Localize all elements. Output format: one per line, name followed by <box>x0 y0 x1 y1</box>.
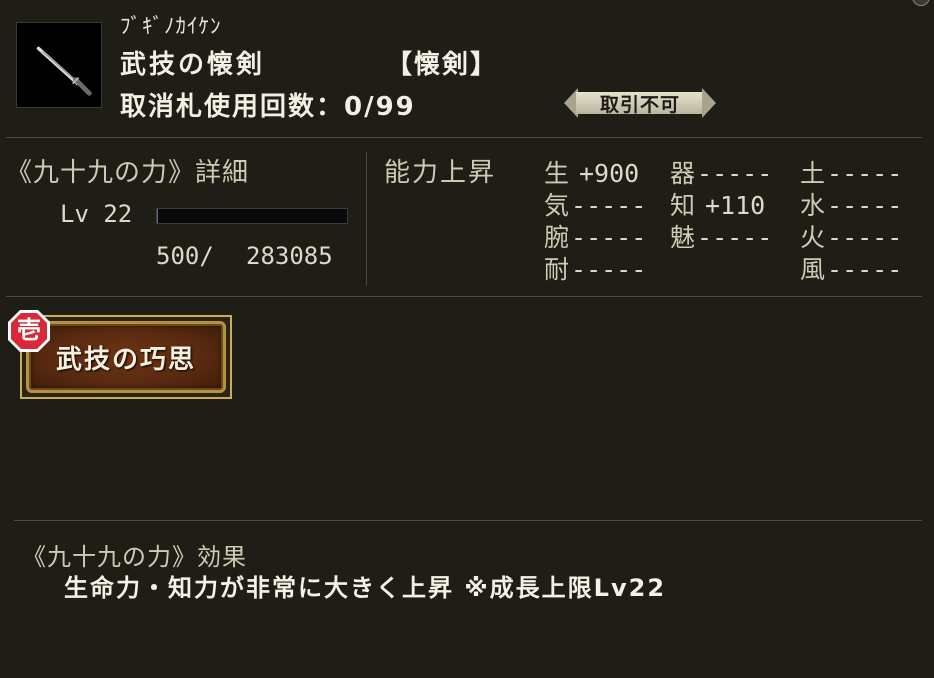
stat-arm: 腕----- <box>544 223 647 252</box>
stat-wind: 風----- <box>800 255 903 284</box>
rank-label: 壱 <box>17 316 41 344</box>
stat-dexterity: 器----- <box>670 159 773 188</box>
cancel-card-count: 取消札使用回数：0/99 <box>120 92 416 122</box>
trade-status-label: 取引不可 <box>599 93 680 116</box>
effect-divider <box>14 520 922 521</box>
effect-description: 生命力・知力が非常に大きく上昇 ※成長上限Lv22 <box>64 574 667 602</box>
stats-title: 能力上昇 <box>384 158 497 188</box>
window-corner-knob <box>912 0 930 6</box>
exp-current: 500/ <box>156 242 214 270</box>
exp-progress-bar <box>156 208 348 224</box>
stat-fire: 火----- <box>800 223 903 252</box>
level-label: Lv 22 <box>60 200 133 228</box>
stat-water: 水----- <box>800 191 903 220</box>
stats-divider <box>6 296 922 297</box>
dagger-icon <box>16 22 102 108</box>
skill-label: 武技の巧思 <box>55 344 196 375</box>
stat-charm: 魅----- <box>670 223 773 252</box>
stat-intelligence: 知 +110 <box>670 191 766 220</box>
exp-max: 283085 <box>246 242 333 270</box>
stat-earth: 土----- <box>800 159 903 188</box>
section-divider <box>366 152 367 286</box>
stat-spirit: 気----- <box>544 191 647 220</box>
stat-life: 生 +900 <box>544 159 640 188</box>
header-divider <box>6 137 922 138</box>
item-type: 【懐剣】 <box>386 50 499 80</box>
exp-readout: 500/283085 <box>156 242 333 270</box>
item-name: 武技の懐剣 <box>120 50 266 80</box>
item-reading: ﾌﾞｷﾞﾉｶｲｹﾝ <box>120 14 222 38</box>
detail-title: 《九十九の力》詳細 <box>6 158 250 188</box>
trade-status-badge: 取引不可 <box>564 88 716 118</box>
effect-title: 《九十九の力》効果 <box>22 543 247 571</box>
stat-endurance: 耐----- <box>544 255 647 284</box>
rank-badge: 壱 <box>6 308 52 354</box>
